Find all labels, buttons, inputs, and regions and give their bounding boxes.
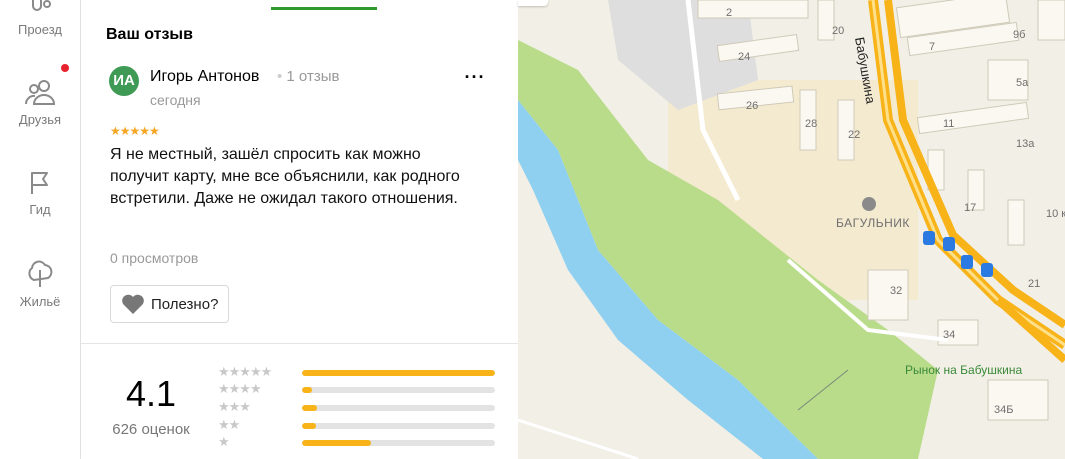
- house-number: 28: [805, 118, 817, 130]
- nav-label-friends: Друзья: [18, 112, 62, 127]
- section-title: Ваш отзыв: [106, 26, 193, 43]
- distribution-bar: [302, 423, 495, 429]
- house-number: 32: [890, 285, 902, 297]
- house-number: 17: [964, 202, 976, 214]
- distribution-bar: [302, 440, 495, 446]
- distribution-stars: ★★★: [218, 399, 251, 414]
- rating-distribution-row: ★★★★★: [218, 364, 498, 380]
- house-number: 24: [738, 51, 750, 63]
- house-number: 9б: [1013, 29, 1025, 41]
- nav-label-guide: Гид: [29, 202, 51, 217]
- views-count: 0 просмотров: [110, 250, 199, 266]
- review-date: сегодня: [150, 92, 201, 108]
- house-number: 10 к: [1046, 208, 1065, 220]
- house-number: 26: [746, 100, 758, 112]
- nav-item-friends[interactable]: Друзья: [0, 64, 80, 127]
- rating-distribution-row: ★★★: [218, 399, 498, 415]
- distribution-bar: [302, 405, 495, 411]
- poi-building-icon[interactable]: [862, 197, 876, 211]
- author-review-count: 1 отзыв: [277, 68, 339, 85]
- notification-badge: [61, 64, 69, 72]
- distribution-stars: ★★★★: [218, 381, 262, 396]
- friends-icon: [24, 80, 56, 105]
- house-number: 13а: [1016, 138, 1035, 150]
- average-rating: 4.1: [125, 373, 177, 414]
- nav-item-route[interactable]: Проезд: [0, 0, 80, 37]
- useful-label: Полезно?: [151, 295, 219, 313]
- distribution-fill: [302, 440, 372, 446]
- house-number: 21: [1028, 278, 1040, 290]
- house-number: 34Б: [994, 404, 1013, 416]
- author-name[interactable]: Игорь Антонов: [150, 68, 259, 86]
- distribution-fill: [302, 423, 316, 429]
- heart-icon: [122, 294, 144, 314]
- rating-distribution-row: ★★: [218, 417, 498, 433]
- tree-house-icon: [28, 260, 53, 287]
- avatar[interactable]: ИА: [109, 66, 139, 96]
- house-number: 7: [929, 41, 935, 53]
- house-number: 34: [943, 329, 955, 341]
- market-label[interactable]: Рынок на Бабушкина: [905, 363, 1023, 377]
- distribution-stars: ★: [218, 434, 230, 449]
- left-nav: Проезд Друзья Гид Жильё: [0, 0, 81, 459]
- map-canvas[interactable]: 2 20 9б 24 7 5а 26 28 22 11 13а 17 10 к …: [518, 0, 1065, 459]
- poi-label[interactable]: БАГУЛЬНИК: [836, 216, 910, 230]
- distribution-fill: [302, 387, 312, 393]
- distribution-fill: [302, 405, 318, 411]
- rating-distribution-row: ★★★★: [218, 381, 498, 397]
- flag-icon: [31, 172, 48, 194]
- review-panel: Ваш отзыв ИА Игорь Антонов 1 отзыв сегод…: [81, 0, 518, 459]
- nav-label-housing: Жильё: [19, 294, 61, 309]
- active-tab-indicator: [271, 7, 377, 10]
- review-stars: ★★★★★: [110, 124, 160, 138]
- distribution-stars: ★★★★★: [218, 364, 272, 379]
- house-number: 2: [726, 7, 732, 19]
- house-number: 22: [848, 129, 860, 141]
- distribution-bar: [302, 370, 495, 376]
- nav-label-route: Проезд: [17, 22, 62, 37]
- map-control-button[interactable]: [518, 0, 548, 6]
- useful-button[interactable]: Полезно?: [110, 285, 230, 323]
- divider: [81, 343, 518, 344]
- review-text: Я не местный, зашёл спросить как можно п…: [110, 146, 460, 207]
- more-options-button[interactable]: ···: [461, 68, 489, 90]
- house-number: 11: [943, 118, 954, 130]
- distribution-fill: [302, 370, 495, 376]
- house-number: 5а: [1016, 77, 1029, 89]
- nav-item-guide[interactable]: Гид: [0, 170, 80, 217]
- rating-count: 626 оценок: [112, 421, 190, 438]
- distribution-stars: ★★: [218, 417, 240, 432]
- nav-item-housing[interactable]: Жильё: [0, 258, 80, 309]
- house-number: 20: [832, 25, 844, 37]
- route-icon: [32, 0, 51, 11]
- rating-distribution-row: ★: [218, 434, 498, 450]
- distribution-bar: [302, 387, 495, 393]
- map-view[interactable]: 2 20 9б 24 7 5а 26 28 22 11 13а 17 10 к …: [518, 0, 1065, 459]
